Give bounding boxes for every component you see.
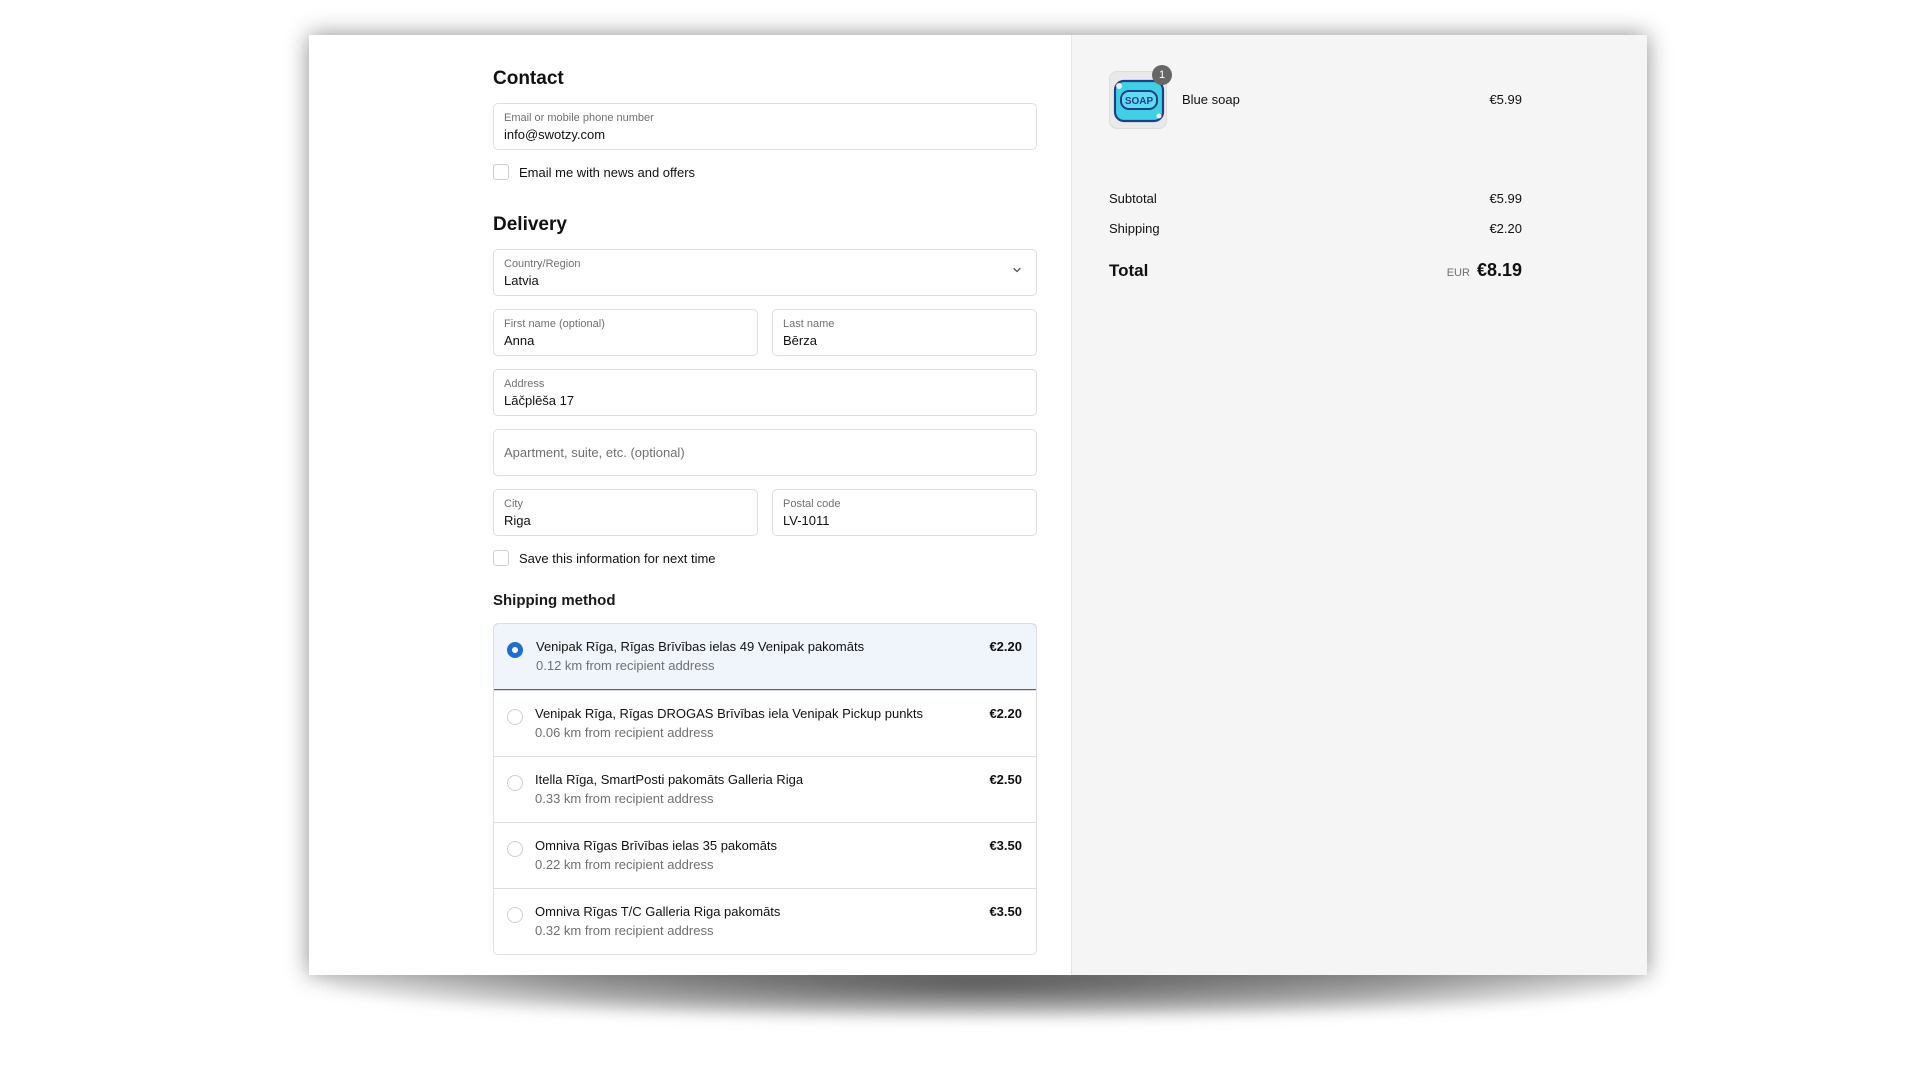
save-info-checkbox[interactable]	[493, 550, 509, 566]
first-name-value[interactable]: Anna	[504, 332, 747, 349]
shipping-option-price: €2.20	[989, 706, 1022, 721]
subtotal-row: Subtotal €5.99	[1109, 191, 1522, 206]
shipping-option[interactable]: Omniva Rīgas T/C Galleria Riga pakomāts …	[494, 888, 1036, 954]
last-name-field[interactable]: Last name Bērza	[772, 309, 1037, 356]
order-summary: SOAP 1 Blue soap €5.99 Subtotal €5.99 Sh…	[1109, 65, 1522, 280]
soap-image-text: SOAP	[1125, 96, 1154, 107]
shipping-option-distance: 0.06 km from recipient address	[535, 725, 714, 740]
email-field-label: Email or mobile phone number	[504, 112, 654, 124]
postal-code-label: Postal code	[783, 498, 841, 510]
cart-line-item: SOAP 1 Blue soap €5.99	[1109, 65, 1522, 131]
total-row: Total EUR €8.19	[1109, 260, 1522, 281]
product-name: Blue soap	[1182, 92, 1240, 107]
shipping-option-name: Omniva Rīgas T/C Galleria Riga pakomāts	[535, 904, 781, 919]
screenshot-stage: Contact Email or mobile phone number inf…	[0, 0, 1920, 1080]
order-summary-column: SOAP 1 Blue soap €5.99 Subtotal €5.99 Sh…	[1071, 35, 1647, 975]
email-field-value[interactable]: info@swotzy.com	[504, 126, 1026, 143]
city-field[interactable]: City Riga	[493, 489, 758, 536]
postal-code-value[interactable]: LV-1011	[783, 512, 1026, 529]
shipping-option-name: Itella Rīga, SmartPosti pakomāts Galleri…	[535, 772, 804, 787]
first-name-label: First name (optional)	[504, 318, 605, 330]
address-field[interactable]: Address Lāčplēša 17	[493, 369, 1037, 416]
shipping-radio[interactable]	[507, 775, 523, 791]
news-offers-checkbox[interactable]	[493, 164, 509, 180]
save-info-option[interactable]: Save this information for next time	[493, 550, 716, 566]
shipping-cost-row: Shipping €2.20	[1109, 221, 1522, 236]
subtotal-value: €5.99	[1489, 191, 1522, 206]
postal-code-field[interactable]: Postal code LV-1011	[772, 489, 1037, 536]
total-value: €8.19	[1476, 260, 1522, 280]
city-value[interactable]: Riga	[504, 512, 747, 529]
country-select[interactable]: Country/Region Latvia	[493, 249, 1037, 296]
city-label: City	[504, 498, 523, 510]
shipping-radio[interactable]	[507, 841, 523, 857]
last-name-value[interactable]: Bērza	[783, 332, 1026, 349]
chevron-down-icon	[1013, 267, 1021, 273]
country-select-label: Country/Region	[504, 258, 581, 270]
shipping-option-distance: 0.12 km from recipient address	[536, 658, 715, 673]
subtotal-label: Subtotal	[1109, 191, 1157, 206]
shipping-radio[interactable]	[507, 907, 523, 923]
shipping-option-distance: 0.22 km from recipient address	[535, 857, 714, 872]
save-info-label: Save this information for next time	[519, 550, 716, 566]
news-offers-option[interactable]: Email me with news and offers	[493, 164, 695, 180]
first-name-field[interactable]: First name (optional) Anna	[493, 309, 758, 356]
shipping-option-name: Venipak Rīga, Rīgas DROGAS Brīvības iela…	[535, 706, 924, 721]
shipping-option-distance: 0.32 km from recipient address	[535, 923, 714, 938]
quantity-badge: 1	[1152, 65, 1172, 85]
shipping-cost-label: Shipping	[1109, 221, 1160, 236]
country-select-value: Latvia	[504, 273, 539, 288]
last-name-label: Last name	[783, 318, 835, 330]
shipping-method-heading: Shipping method	[493, 592, 616, 609]
shipping-cost-value: €2.20	[1489, 221, 1522, 236]
shipping-option[interactable]: Venipak Rīga, Rīgas DROGAS Brīvības iela…	[494, 690, 1036, 756]
shipping-option[interactable]: Omniva Rīgas Brīvības ielas 35 pakomāts …	[494, 822, 1036, 888]
shipping-option-price: €2.50	[989, 772, 1022, 787]
total-amount: EUR €8.19	[1447, 260, 1522, 281]
product-price: €5.99	[1489, 92, 1522, 107]
news-offers-label: Email me with news and offers	[519, 164, 696, 180]
shipping-option-price: €3.50	[989, 838, 1022, 853]
address-value[interactable]: Lāčplēša 17	[504, 392, 1026, 409]
address-label: Address	[504, 378, 545, 390]
shipping-option-price: €2.20	[989, 639, 1022, 654]
shipping-radio-selected[interactable]	[507, 642, 523, 658]
shipping-method-list: Venipak Rīga, Rīgas Brīvības ielas 49 Ve…	[493, 623, 1037, 955]
product-thumbnail: SOAP 1	[1109, 65, 1172, 129]
checkout-form-column: Contact Email or mobile phone number inf…	[309, 35, 1071, 975]
currency-code: EUR	[1446, 267, 1470, 279]
delivery-heading: Delivery	[493, 214, 567, 235]
shipping-option[interactable]: Itella Rīga, SmartPosti pakomāts Galleri…	[494, 756, 1036, 822]
shipping-option[interactable]: Venipak Rīga, Rīgas Brīvības ielas 49 Ve…	[494, 624, 1036, 690]
shipping-option-distance: 0.33 km from recipient address	[535, 791, 714, 806]
shipping-radio[interactable]	[507, 709, 523, 725]
total-label: Total	[1109, 261, 1149, 280]
email-field[interactable]: Email or mobile phone number info@swotzy…	[493, 103, 1037, 150]
shipping-option-name: Venipak Rīga, Rīgas Brīvības ielas 49 Ve…	[536, 639, 865, 654]
shipping-option-price: €3.50	[989, 904, 1022, 919]
apartment-placeholder: Apartment, suite, etc. (optional)	[504, 445, 685, 460]
apartment-field[interactable]: Apartment, suite, etc. (optional)	[493, 429, 1037, 476]
contact-heading: Contact	[493, 68, 564, 89]
checkout-page: Contact Email or mobile phone number inf…	[309, 35, 1647, 975]
shipping-option-name: Omniva Rīgas Brīvības ielas 35 pakomāts	[535, 838, 778, 853]
